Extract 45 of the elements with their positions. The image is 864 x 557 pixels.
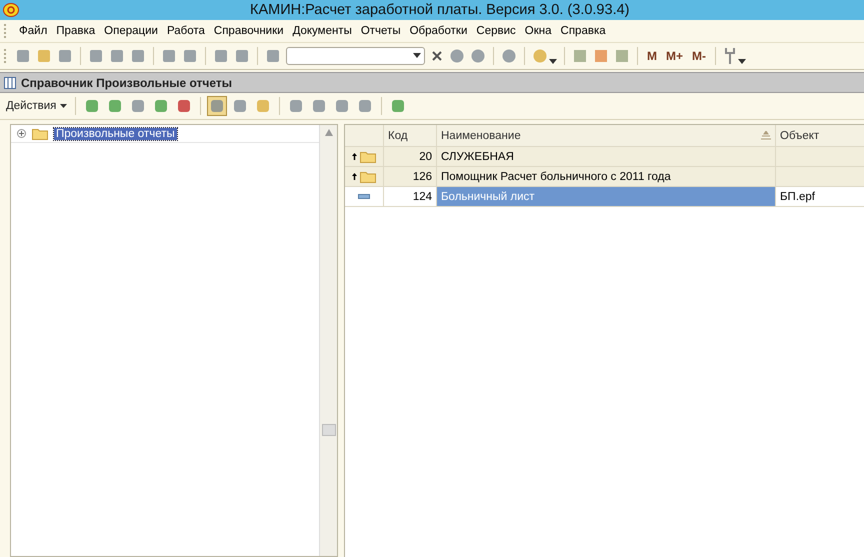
dropdown-caret-icon[interactable] (413, 53, 421, 59)
table-cell: 20 (384, 147, 437, 166)
sort-icon (761, 131, 771, 140)
menu-item[interactable]: Операции (104, 25, 158, 37)
memory-button[interactable]: M (645, 49, 659, 63)
dropdown-caret-icon[interactable] (549, 59, 557, 65)
menu-item[interactable]: Сервис (476, 25, 516, 37)
up-arrow-icon (352, 173, 357, 180)
tree-item[interactable]: Произвольные отчеты (54, 128, 177, 140)
memory-button[interactable]: M- (690, 49, 708, 63)
menu-item[interactable]: Документы (292, 25, 352, 37)
column-header[interactable]: Код (384, 125, 437, 146)
menu-item[interactable]: Справка (560, 25, 606, 37)
menu-item[interactable]: Обработки (410, 25, 468, 37)
element-icon (358, 194, 370, 199)
folder-icon (360, 150, 376, 162)
actions-menu-button[interactable]: Действия (5, 98, 68, 114)
folder-icon (32, 128, 48, 140)
dropdown-caret-icon[interactable] (738, 59, 746, 65)
column-header[interactable]: Объект (776, 125, 864, 146)
menu-item[interactable]: Работа (166, 25, 205, 37)
table-cell: БП.epf (780, 190, 815, 202)
clear-icon[interactable] (430, 49, 444, 63)
table-cell[interactable]: Помощник Расчет больничного с 2011 года (437, 167, 776, 186)
menu-item[interactable]: Окна (524, 25, 552, 37)
dropdown-caret-icon[interactable] (60, 104, 67, 109)
scroll-up-icon[interactable] (324, 129, 332, 136)
window-title: КАМИН:Расчет заработной платы. Версия 3.0. (3.0.93.4) (250, 2, 630, 18)
expand-icon[interactable] (17, 129, 26, 138)
up-arrow-icon (352, 153, 357, 160)
app-logo-icon (3, 3, 19, 17)
menu-item[interactable]: Правка (56, 25, 96, 37)
memory-button[interactable]: M+ (664, 49, 686, 63)
scrollbar[interactable] (319, 125, 337, 556)
menu-item[interactable]: Файл (19, 25, 48, 37)
table-cell: 126 (384, 167, 437, 186)
folder-icon (360, 170, 376, 182)
column-header[interactable]: Наименование (437, 125, 776, 146)
splitter-handle-icon[interactable] (322, 424, 336, 436)
table-icon (4, 76, 16, 88)
panel-title: Справочник Произвольные отчеты (21, 76, 232, 90)
table-cell[interactable]: СЛУЖЕБНАЯ (437, 147, 776, 166)
search-field[interactable] (286, 47, 425, 65)
menu-item[interactable]: Справочники (214, 25, 284, 37)
menu-item[interactable]: Отчеты (360, 25, 401, 37)
